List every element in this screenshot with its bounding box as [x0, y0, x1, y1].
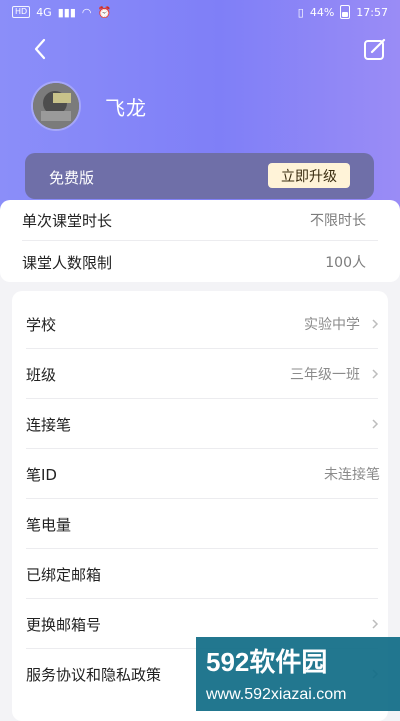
limit-value: 不限时长 — [310, 213, 366, 229]
settings-row-school[interactable]: 学校 实验中学 — [26, 299, 380, 349]
row-right — [370, 619, 380, 629]
wifi-icon: ◠ — [81, 5, 92, 19]
back-arrow-icon[interactable] — [28, 36, 54, 62]
upgrade-button[interactable]: 立即升级 — [268, 163, 350, 188]
limits-card: 单次课堂时长 不限时长 课堂人数限制 100人 — [0, 200, 400, 282]
chevron-right-icon — [372, 619, 379, 629]
status-bar: HD 4G ▮▮▮ ◠ ⏰ ▯ 44% 17:57 — [0, 0, 400, 24]
row-right: 实验中学 — [304, 314, 380, 334]
vibrate-icon: ▯ — [297, 5, 304, 19]
row-right: 未连接笔 — [324, 464, 380, 484]
row-label: 服务协议和隐私政策 — [26, 665, 162, 684]
divider — [22, 240, 378, 241]
row-right — [370, 419, 380, 429]
membership-card: 免费版 立即升级 — [25, 153, 374, 199]
limit-value: 100人 — [325, 255, 366, 271]
limit-label: 课堂人数限制 — [22, 253, 113, 272]
chevron-right-icon — [372, 319, 379, 329]
row-label: 学校 — [26, 315, 57, 334]
watermark-logo: 592软件园 www.592xiazai.com — [196, 637, 400, 711]
settings-row-pen-id: 笔ID 未连接笔 — [26, 449, 380, 499]
row-value: 实验中学 — [304, 317, 360, 333]
row-right: 三年级一班 — [290, 364, 380, 384]
settings-row-pen-battery: 笔电量 — [26, 499, 380, 549]
limit-row-duration: 单次课堂时长 不限时长 — [22, 200, 378, 240]
row-label: 连接笔 — [26, 415, 72, 434]
battery-icon — [340, 5, 351, 19]
network-badge: 4G — [36, 5, 52, 19]
settings-row-class[interactable]: 班级 三年级一班 — [26, 349, 380, 399]
hd-badge: HD — [12, 6, 31, 18]
row-value: 未连接笔 — [324, 467, 380, 483]
avatar[interactable] — [33, 83, 79, 129]
settings-row-connect-pen[interactable]: 连接笔 — [26, 399, 380, 449]
avatar-image — [33, 83, 79, 129]
settings-row-bound-email: 已绑定邮箱 — [26, 549, 380, 599]
signal-icon: ▮▮▮ — [57, 5, 76, 19]
chevron-right-icon — [372, 369, 379, 379]
row-label: 笔电量 — [26, 515, 72, 534]
battery-percent: 44% — [309, 5, 335, 19]
row-label: 更换邮箱号 — [26, 615, 102, 634]
status-left: HD 4G ▮▮▮ ◠ ⏰ — [12, 6, 111, 19]
membership-label: 免费版 — [49, 169, 95, 187]
status-right: ▯ 44% 17:57 — [298, 5, 388, 19]
alarm-icon: ⏰ — [97, 5, 112, 19]
row-label: 班级 — [26, 365, 57, 384]
limit-label: 单次课堂时长 — [22, 211, 113, 230]
row-label: 已绑定邮箱 — [26, 565, 102, 584]
chevron-right-icon — [372, 419, 379, 429]
watermark-url: www.592xiazai.com — [205, 686, 347, 703]
row-value: 三年级一班 — [290, 367, 360, 383]
limit-row-students: 课堂人数限制 100人 — [22, 242, 378, 282]
watermark-brand: 592软件园 — [206, 647, 327, 677]
row-label: 笔ID — [26, 465, 57, 484]
edit-icon[interactable] — [362, 36, 388, 62]
username: 飞龙 — [105, 96, 147, 120]
status-time: 17:57 — [356, 5, 388, 19]
